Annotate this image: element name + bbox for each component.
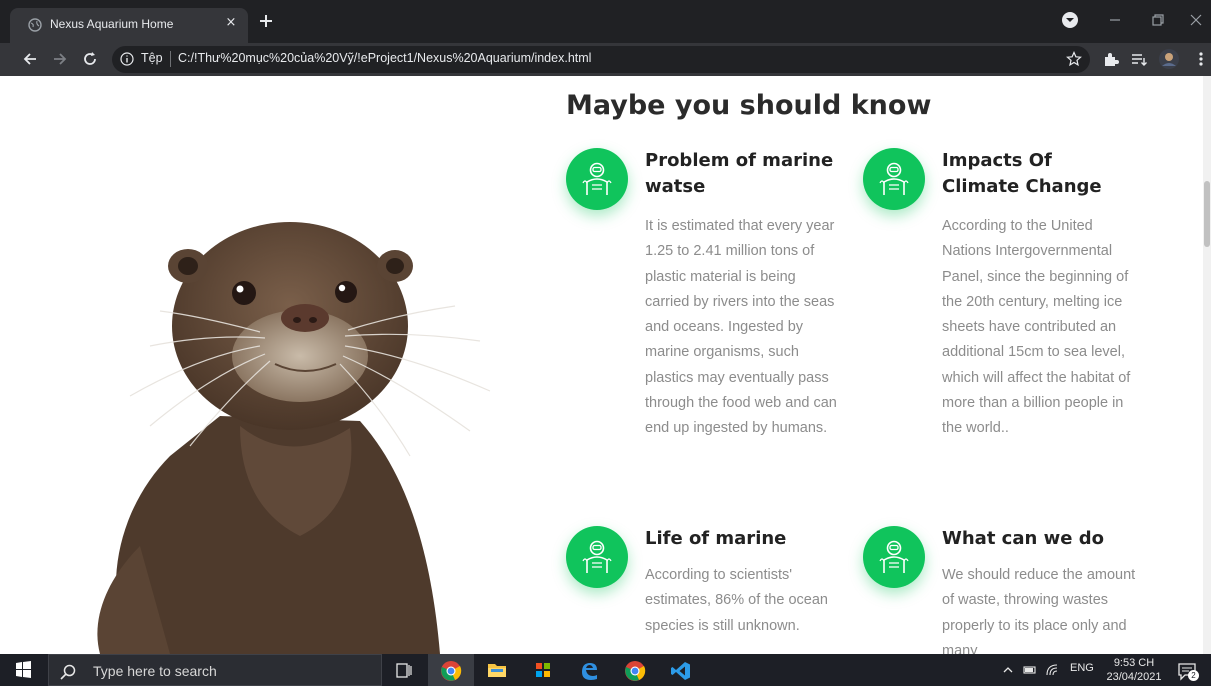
notification-count-badge: 2 — [1188, 670, 1199, 681]
menu-kebab-icon[interactable] — [1192, 50, 1210, 68]
card-body: According to the United Nations Intergov… — [942, 218, 1131, 437]
search-icon — [60, 664, 76, 680]
info-card: Impacts Of Climate Change According to t… — [863, 148, 1130, 488]
windows-start-icon[interactable] — [0, 654, 46, 686]
task-view-icon — [396, 663, 412, 678]
taskbar-app-vscode[interactable] — [658, 654, 704, 686]
task-view-button[interactable] — [380, 654, 426, 686]
reload-icon[interactable] — [80, 49, 100, 69]
reading-list-icon[interactable] — [1130, 50, 1148, 68]
info-icon[interactable] — [120, 52, 134, 66]
info-card: Life of marine According to scientists' … — [566, 526, 828, 654]
address-bar[interactable]: Tệp C:/!Thư%20mục%20của%20Vỹ/!eProject1/… — [112, 46, 1090, 73]
info-card: What can we do We should reduce the amou… — [863, 526, 1135, 654]
globe-icon — [28, 18, 42, 32]
browser-tabstrip: Nexus Aquarium Home × — [0, 0, 1211, 43]
clock-date: 23/04/2021 — [1106, 671, 1162, 683]
tab-close-button[interactable]: × — [222, 14, 240, 32]
taskbar-app-edge[interactable] — [566, 654, 612, 686]
tab-title: Nexus Aquarium Home — [50, 17, 174, 31]
section-title: Maybe you should know — [566, 90, 932, 121]
back-arrow-icon[interactable] — [20, 49, 40, 69]
taskbar-app-chrome[interactable] — [612, 654, 658, 686]
scroll-thumb[interactable] — [1204, 181, 1210, 247]
browser-tab[interactable]: Nexus Aquarium Home × — [10, 8, 248, 43]
card-title: Problem of marine watse — [645, 150, 834, 197]
browser-toolbar: Tệp C:/!Thư%20mục%20của%20Vỹ/!eProject1/… — [0, 43, 1211, 76]
info-card: Problem of marine watse It is estimated … — [566, 148, 837, 488]
diver-icon — [582, 540, 612, 573]
card-title: What can we do — [942, 528, 1104, 549]
taskbar-app-file-explorer[interactable] — [474, 654, 520, 686]
profile-avatar-icon[interactable] — [1158, 48, 1180, 70]
taskbar-app-chrome-active[interactable] — [428, 654, 474, 686]
address-separator — [170, 51, 171, 67]
icon-circle — [566, 148, 628, 210]
chevron-up-icon[interactable] — [1002, 664, 1014, 676]
icon-circle — [863, 526, 925, 588]
close-window-icon[interactable] — [1186, 10, 1206, 30]
wifi-icon[interactable] — [1045, 663, 1059, 677]
search-placeholder: Type here to search — [93, 663, 217, 679]
card-body: According to scientists' estimates, 86% … — [645, 567, 828, 634]
vscode-icon — [671, 662, 690, 680]
card-title: Life of marine — [645, 528, 787, 549]
icon-circle — [566, 526, 628, 588]
extensions-puzzle-icon[interactable] — [1102, 50, 1120, 68]
diver-icon — [582, 162, 612, 195]
restore-icon[interactable] — [1148, 10, 1168, 30]
icon-circle — [863, 148, 925, 210]
card-body: It is estimated that every year 1.25 to … — [645, 218, 837, 437]
card-title: Impacts Of Climate Change — [942, 150, 1102, 197]
diver-icon — [879, 540, 909, 573]
profile-dropdown-icon[interactable] — [1060, 10, 1080, 30]
chrome-icon — [441, 661, 462, 681]
web-page: Maybe you should know Problem of marine … — [0, 76, 1211, 654]
edge-icon — [582, 663, 597, 680]
minimize-icon[interactable] — [1105, 10, 1125, 30]
clock-time: 9:53 CH — [1113, 657, 1155, 669]
taskbar-app-store[interactable] — [520, 654, 566, 686]
new-tab-button[interactable] — [257, 12, 275, 30]
page-scrollbar[interactable] — [1203, 76, 1211, 654]
otter-image — [97, 222, 491, 654]
diver-icon — [879, 162, 909, 195]
system-clock[interactable]: 9:53 CH 23/04/2021 — [1100, 656, 1168, 684]
action-center-button[interactable]: 2 — [1176, 660, 1199, 682]
card-body: We should reduce the amount of waste, th… — [942, 567, 1136, 654]
address-url[interactable]: C:/!Thư%20mục%20của%20Vỹ/!eProject1/Nexu… — [178, 51, 591, 65]
folder-icon — [488, 664, 506, 677]
forward-arrow-icon[interactable] — [50, 49, 70, 69]
language-indicator[interactable]: ENG — [1070, 662, 1094, 674]
battery-icon[interactable] — [1023, 664, 1037, 676]
windows-taskbar: Type here to search ENG 9:53 CH 23/04/20… — [0, 654, 1211, 686]
address-scheme: Tệp — [141, 51, 163, 65]
taskbar-search-input[interactable]: Type here to search — [48, 654, 382, 686]
store-icon — [536, 663, 550, 677]
bookmark-star-icon[interactable] — [1066, 51, 1082, 67]
chrome-icon — [625, 661, 646, 681]
